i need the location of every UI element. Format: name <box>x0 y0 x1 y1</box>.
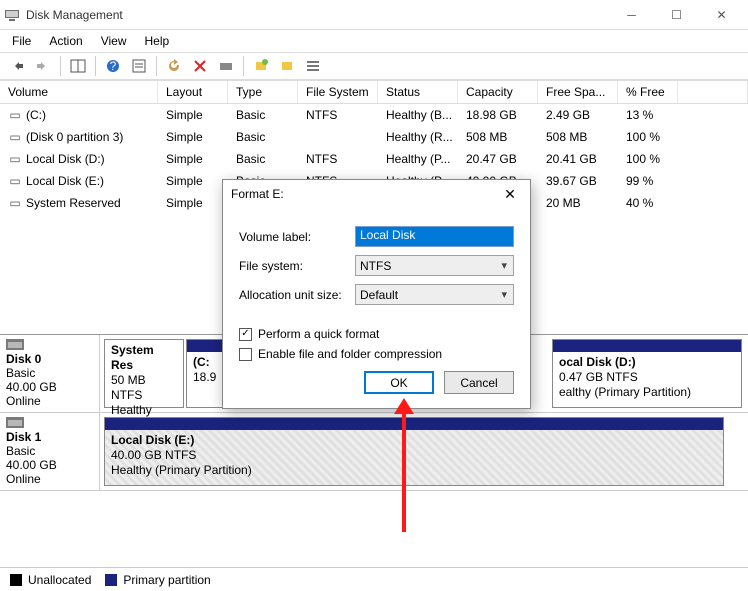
col-free[interactable]: Free Spa... <box>538 81 618 103</box>
col-capacity[interactable]: Capacity <box>458 81 538 103</box>
minimize-button[interactable]: ─ <box>609 0 654 30</box>
allocation-select[interactable]: Default <box>355 284 514 305</box>
maximize-button[interactable]: ☐ <box>654 0 699 30</box>
cancel-button[interactable]: Cancel <box>444 371 514 394</box>
col-pctfree[interactable]: % Free <box>618 81 678 103</box>
compression-checkbox[interactable] <box>239 348 252 361</box>
volume-grid-header: Volume Layout Type File System Status Ca… <box>0 80 748 104</box>
toolbar-separator <box>156 56 157 76</box>
window-titlebar: Disk Management ─ ☐ ✕ <box>0 0 748 30</box>
disk-icon <box>6 417 24 428</box>
col-volume[interactable]: Volume <box>0 81 158 103</box>
toolbar-separator <box>95 56 96 76</box>
col-spacer <box>678 81 748 103</box>
disk-icon <box>6 339 24 350</box>
action-icon[interactable] <box>215 55 237 77</box>
properties-icon[interactable] <box>128 55 150 77</box>
menu-file[interactable]: File <box>4 32 39 50</box>
disk-label[interactable]: Disk 1Basic40.00 GBOnline <box>0 413 100 490</box>
dialog-title: Format E: <box>231 187 498 201</box>
delete-icon[interactable] <box>189 55 211 77</box>
disk-label[interactable]: Disk 0Basic40.00 GBOnline <box>0 335 100 412</box>
partition[interactable]: System Res50 MB NTFSHealthy (Sys <box>104 339 184 408</box>
label-volume: Volume label: <box>239 230 355 244</box>
partition[interactable]: Local Disk (E:)40.00 GB NTFSHealthy (Pri… <box>104 417 724 486</box>
menu-view[interactable]: View <box>93 32 135 50</box>
list-icon[interactable] <box>302 55 324 77</box>
window-title: Disk Management <box>26 8 609 22</box>
toolbar-separator <box>243 56 244 76</box>
legend: Unallocated Primary partition <box>0 567 748 591</box>
new-volume-icon[interactable] <box>250 55 272 77</box>
forward-icon[interactable] <box>32 55 54 77</box>
app-icon <box>4 7 20 23</box>
help-icon[interactable]: ? <box>102 55 124 77</box>
partition[interactable]: (C:18.9 <box>186 339 226 408</box>
label-allocation: Allocation unit size: <box>239 288 355 302</box>
menu-action[interactable]: Action <box>41 32 90 50</box>
close-window-button[interactable]: ✕ <box>699 0 744 30</box>
compression-label: Enable file and folder compression <box>258 347 442 361</box>
menu-help[interactable]: Help <box>137 32 178 50</box>
legend-primary: Primary partition <box>123 573 210 587</box>
legend-unallocated: Unallocated <box>28 573 91 587</box>
col-layout[interactable]: Layout <box>158 81 228 103</box>
svg-text:?: ? <box>110 59 117 73</box>
col-filesystem[interactable]: File System <box>298 81 378 103</box>
volume-row[interactable]: ▭(C:)SimpleBasicNTFSHealthy (B...18.98 G… <box>0 104 748 126</box>
volume-icon[interactable] <box>276 55 298 77</box>
swatch-unallocated <box>10 574 22 586</box>
label-filesystem: File system: <box>239 259 355 273</box>
close-icon[interactable]: ✕ <box>498 182 522 206</box>
ok-button[interactable]: OK <box>364 371 434 394</box>
volume-row[interactable]: ▭Local Disk (D:)SimpleBasicNTFSHealthy (… <box>0 148 748 170</box>
filesystem-select[interactable]: NTFS <box>355 255 514 276</box>
volume-label-input[interactable]: Local Disk <box>355 226 514 247</box>
panes-icon[interactable] <box>67 55 89 77</box>
format-dialog: Format E: ✕ Volume label: Local Disk Fil… <box>222 179 531 409</box>
toolbar: ? <box>0 52 748 80</box>
toolbar-separator <box>60 56 61 76</box>
quick-format-label: Perform a quick format <box>258 327 379 341</box>
quick-format-checkbox[interactable]: ✓ <box>239 328 252 341</box>
refresh-icon[interactable] <box>163 55 185 77</box>
partition[interactable]: ocal Disk (D:)0.47 GB NTFSealthy (Primar… <box>552 339 742 408</box>
volume-row[interactable]: ▭(Disk 0 partition 3)SimpleBasicHealthy … <box>0 126 748 148</box>
menu-bar: File Action View Help <box>0 30 748 52</box>
swatch-primary <box>105 574 117 586</box>
col-type[interactable]: Type <box>228 81 298 103</box>
disk-row: Disk 1Basic40.00 GBOnlineLocal Disk (E:)… <box>0 413 748 491</box>
col-status[interactable]: Status <box>378 81 458 103</box>
back-icon[interactable] <box>6 55 28 77</box>
